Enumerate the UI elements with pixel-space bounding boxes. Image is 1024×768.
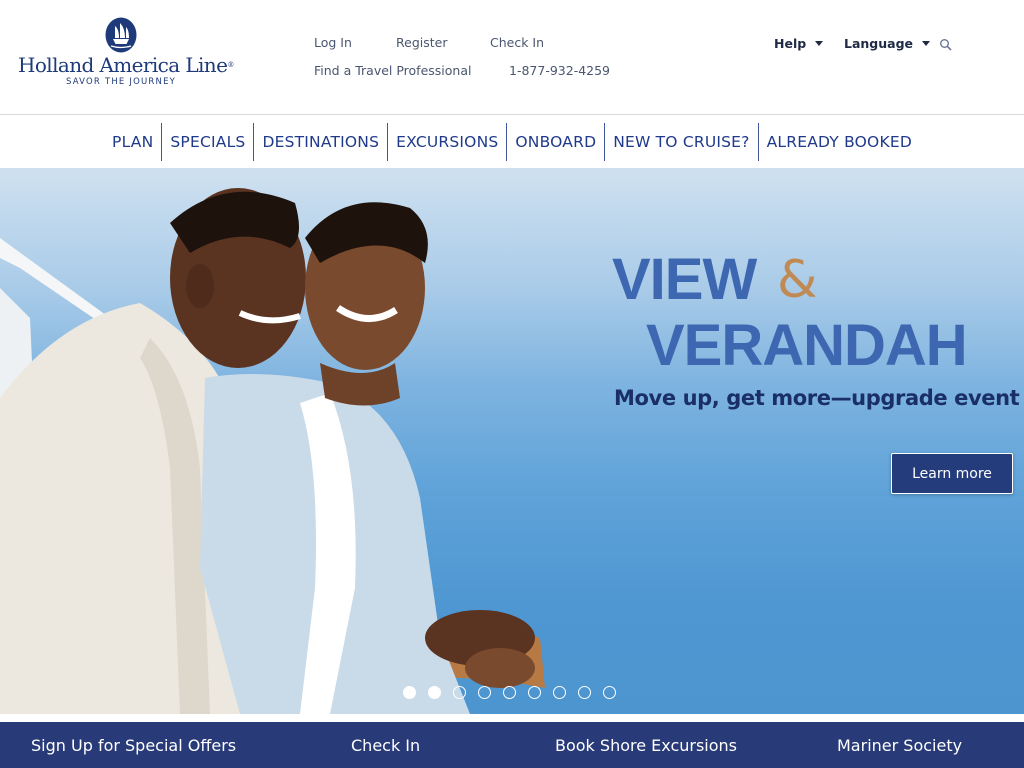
ship-emblem-icon [105, 17, 137, 53]
carousel-pagination [403, 685, 628, 699]
carousel-dot[interactable] [503, 685, 516, 699]
nav-divider [604, 122, 606, 161]
nav-new-to-cruise[interactable]: NEW TO CRUISE? [605, 123, 757, 161]
brand-name: Holland America Line® [18, 53, 235, 77]
chevron-down-icon [815, 41, 824, 46]
hero-subheadline: Move up, get more—upgrade event [614, 386, 1020, 410]
main-navigation: PLAN SPECIALS DESTINATIONS EXCURSIONS ON… [0, 115, 1024, 168]
help-label: Help [774, 36, 807, 51]
carousel-dot[interactable] [428, 685, 441, 699]
nav-onboard[interactable]: ONBOARD [507, 123, 604, 161]
carousel-dot[interactable] [578, 685, 591, 699]
language-label: Language [844, 36, 914, 51]
hero-headline-ampersand: & [777, 250, 818, 310]
brand-tagline: SAVOR THE JOURNEY [65, 77, 177, 87]
hero-banner[interactable]: VIEW & VERANDAH Move up, get more—upgrad… [0, 168, 1024, 714]
nav-divider [253, 122, 255, 161]
carousel-dot[interactable] [478, 685, 491, 699]
register-link[interactable]: Register [396, 35, 447, 50]
hero-headline-view: VIEW [612, 247, 757, 312]
carousel-dot[interactable] [603, 685, 616, 699]
carousel-dot[interactable] [553, 685, 566, 699]
nav-already-booked[interactable]: ALREADY BOOKED [759, 123, 920, 161]
find-travel-professional-link[interactable]: Find a Travel Professional [314, 63, 471, 78]
carousel-dot[interactable] [403, 685, 416, 699]
footer-check-in-link[interactable]: Check In [351, 736, 420, 755]
hero-couple-image [0, 188, 545, 714]
learn-more-button[interactable]: Learn more [891, 453, 1013, 494]
nav-divider [161, 122, 163, 161]
nav-divider [506, 122, 508, 161]
book-shore-excursions-link[interactable]: Book Shore Excursions [555, 736, 737, 755]
search-icon [940, 39, 952, 51]
nav-specials[interactable]: SPECIALS [162, 123, 253, 161]
brand-logo[interactable]: Holland America Line® SAVOR THE JOURNEY [18, 16, 235, 94]
chevron-down-icon [922, 41, 931, 46]
nav-plan[interactable]: PLAN [104, 123, 161, 161]
nav-divider [757, 122, 759, 161]
mariner-society-link[interactable]: Mariner Society [837, 736, 962, 755]
language-dropdown[interactable]: Language [844, 36, 931, 51]
nav-destinations[interactable]: DESTINATIONS [254, 123, 387, 161]
nav-divider [387, 122, 389, 161]
quick-links-bar: Sign Up for Special Offers Check In Book… [0, 714, 1024, 768]
check-in-link[interactable]: Check In [490, 35, 544, 50]
sign-up-special-offers-link[interactable]: Sign Up for Special Offers [31, 736, 236, 755]
hero-headline-verandah: VERANDAH [646, 313, 968, 378]
search-button[interactable] [939, 37, 953, 51]
phone-number-link[interactable]: 1-877-932-4259 [509, 63, 610, 78]
carousel-dot[interactable] [528, 685, 541, 699]
site-header: Holland America Line® SAVOR THE JOURNEY … [0, 0, 1024, 115]
login-link[interactable]: Log In [314, 35, 352, 50]
help-dropdown[interactable]: Help [774, 36, 824, 51]
nav-excursions[interactable]: EXCURSIONS [388, 123, 506, 161]
carousel-dot[interactable] [453, 685, 466, 699]
